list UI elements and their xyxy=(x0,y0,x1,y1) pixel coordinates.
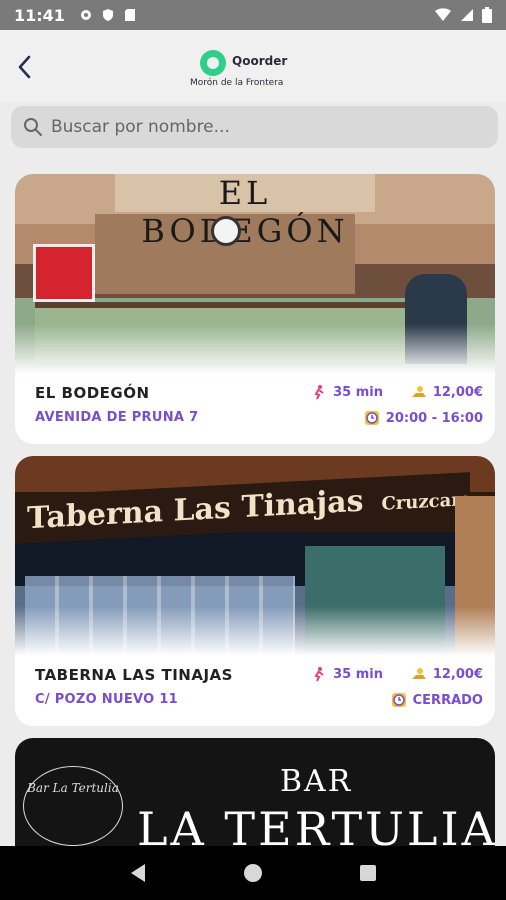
min-price: 12,00€ xyxy=(411,384,483,400)
photo-fridge xyxy=(33,244,95,302)
sdcard-icon xyxy=(124,9,135,21)
photo-fade xyxy=(15,324,495,374)
signal-icon xyxy=(461,9,473,21)
hand-money-icon xyxy=(411,668,426,679)
opening-hours: 20:00 - 16:00 xyxy=(364,410,483,426)
restaurant-photo: EL BODEGÓN xyxy=(15,174,495,374)
photo-sign: Taberna Las Tinajas Cruzcampo xyxy=(15,472,470,544)
gear-icon xyxy=(80,10,91,20)
photo-sign-small: BAR xyxy=(280,764,353,799)
photo-clock xyxy=(211,216,241,246)
delivery-time-value: 35 min xyxy=(333,384,383,400)
back-arrow-icon[interactable] xyxy=(14,52,36,82)
brand-name: Qoorder xyxy=(232,54,288,68)
nav-back-icon[interactable] xyxy=(127,862,149,884)
restaurant-card-taberna-las-tinajas[interactable]: Taberna Las Tinajas Cruzcampo TABERNA LAS… xyxy=(15,456,495,726)
runner-icon xyxy=(314,385,324,400)
restaurant-address: C/ POZO NUEVO 11 xyxy=(35,692,179,707)
opening-hours: CERRADO xyxy=(391,692,483,708)
opening-hours-value: CERRADO xyxy=(412,692,483,708)
status-bar: 11:41 xyxy=(0,0,506,30)
system-nav-bar xyxy=(0,846,506,900)
clock-icon xyxy=(364,411,379,425)
min-price: 12,00€ xyxy=(411,666,483,682)
restaurant-info: EL BODEGÓN AVENIDA DE PRUNA 7 35 min 12,… xyxy=(15,374,495,444)
search-input[interactable] xyxy=(51,117,471,137)
photo-sign: EL BODEGÓN xyxy=(115,174,375,250)
delivery-time-value: 35 min xyxy=(333,666,383,682)
wifi-icon xyxy=(435,8,451,21)
status-time: 11:41 xyxy=(14,5,65,25)
runner-icon xyxy=(314,667,324,682)
clock-icon xyxy=(391,693,406,707)
app-header: Qoorder Morón de la Frontera xyxy=(0,30,506,102)
opening-hours-value: 20:00 - 16:00 xyxy=(385,410,483,426)
photo-fade xyxy=(15,606,495,656)
restaurant-name: TABERNA LAS TINAJAS xyxy=(35,666,233,684)
restaurant-address: AVENIDA DE PRUNA 7 xyxy=(35,410,199,425)
brand-logo: Qoorder Morón de la Frontera xyxy=(190,48,320,92)
battery-icon xyxy=(482,7,492,23)
delivery-time: 35 min xyxy=(311,384,383,400)
shield-icon xyxy=(102,9,113,21)
restaurant-info: TABERNA LAS TINAJAS C/ POZO NUEVO 11 35 … xyxy=(15,656,495,726)
photo-sign-text: Taberna Las Tinajas xyxy=(27,483,364,537)
restaurant-photo: Taberna Las Tinajas Cruzcampo xyxy=(15,456,495,656)
search-bar[interactable] xyxy=(11,106,498,148)
qoorder-logo-icon xyxy=(200,50,226,76)
search-icon xyxy=(24,118,42,136)
brand-city: Morón de la Frontera xyxy=(190,78,284,88)
photo-logo: Bar La Tertulia xyxy=(23,766,123,846)
restaurant-name: EL BODEGÓN xyxy=(35,384,150,402)
hand-money-icon xyxy=(411,386,426,397)
restaurant-card-el-bodegon[interactable]: EL BODEGÓN EL BODEGÓN AVENIDA DE PRUNA 7… xyxy=(15,174,495,444)
nav-home-icon[interactable] xyxy=(242,862,264,884)
delivery-time: 35 min xyxy=(311,666,383,682)
min-price-value: 12,00€ xyxy=(432,384,483,400)
min-price-value: 12,00€ xyxy=(432,666,483,682)
nav-recents-icon[interactable] xyxy=(357,862,379,884)
